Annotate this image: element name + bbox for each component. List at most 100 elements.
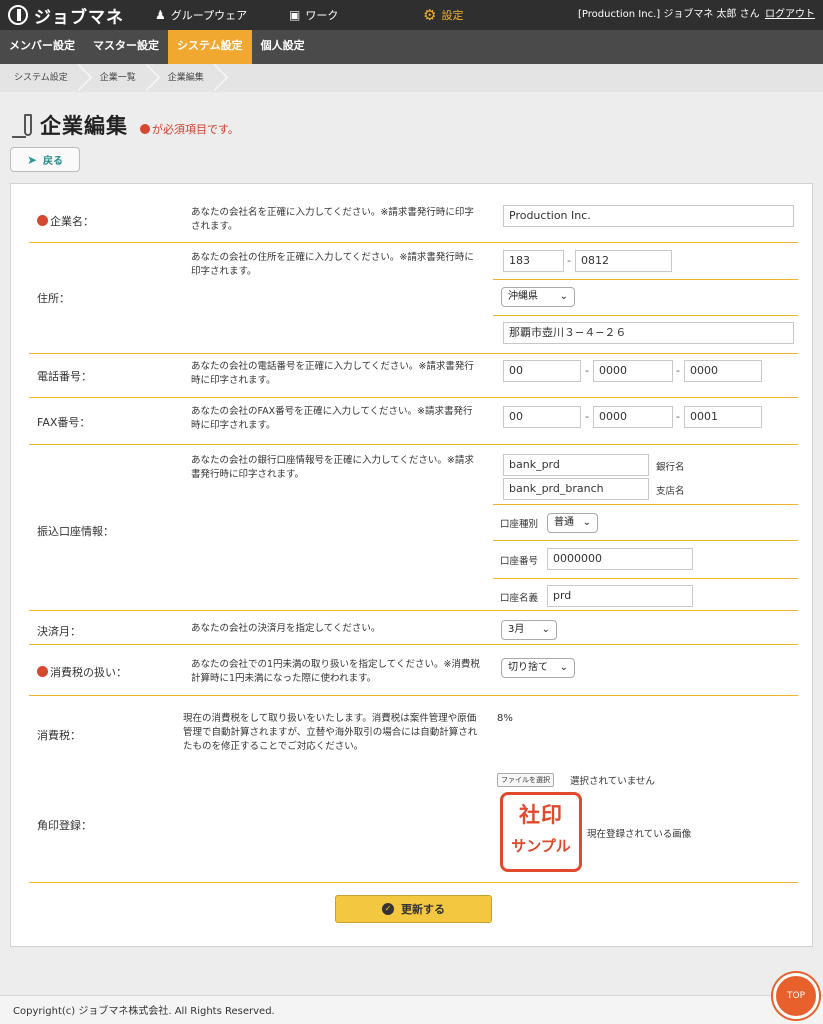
fiscal-month-desc: あなたの会社の決済月を指定してください。: [191, 623, 381, 634]
zip-dash: -: [567, 254, 571, 267]
file-select-button[interactable]: ファイルを選択: [497, 773, 554, 787]
bank-label: 振込口座情報：: [37, 525, 114, 538]
tab-master-settings[interactable]: マスター設定: [84, 30, 168, 64]
nav-settings-label: 設定: [441, 9, 464, 22]
account-holder-label: 口座名義: [500, 593, 539, 604]
chevron-down-icon: ⌄: [541, 624, 550, 635]
tax-desc: 現在の消費税をして取り扱いをいたします。消費税は案件管理や原価管理で自動計算され…: [183, 713, 478, 752]
chevron-down-icon: ⌄: [559, 291, 568, 302]
account-number-input[interactable]: 0000000: [547, 548, 693, 570]
bank-divider: [493, 504, 798, 505]
sub-nav: メンバー設定 マスター設定 システム設定 個人設定: [0, 30, 823, 64]
app-logo[interactable]: ジョブマネ: [8, 5, 124, 28]
back-button[interactable]: ➤ 戻る: [10, 147, 80, 172]
zip1-input[interactable]: 183: [503, 250, 564, 272]
phone-label: 電話番号：: [37, 370, 92, 383]
page-header: 企業編集 が必須項目です。: [12, 110, 239, 140]
check-icon: ✓: [382, 903, 394, 915]
top-bar: ジョブマネ ♟ グループウェア ▣ ワーク ⚙ 設定 [Production I…: [0, 0, 823, 30]
prefecture-value: 沖縄県: [508, 291, 538, 302]
branch-name-input[interactable]: bank_prd_branch: [503, 478, 649, 500]
row-tax: 消費税： 現在の消費税をして取り扱いをいたします。消費税は案件管理や原価管理で自…: [29, 696, 798, 763]
seal-sample-top: 社印: [519, 803, 563, 827]
fax-dash: -: [676, 410, 680, 423]
update-button[interactable]: ✓ 更新する: [335, 895, 492, 923]
chevron-down-icon: ⌄: [559, 662, 568, 673]
row-fax: FAX番号： あなたの会社のFAX番号を正確に入力してください。※請求書発行時に…: [29, 398, 798, 445]
nav-work[interactable]: ▣ ワーク: [289, 0, 338, 30]
update-button-label: 更新する: [401, 903, 445, 916]
account-holder-input[interactable]: prd: [547, 585, 693, 607]
bank-divider: [493, 578, 798, 579]
row-fiscal-month: 決済月： あなたの会社の決済月を指定してください。 3月 ⌄: [29, 611, 798, 645]
tab-member-settings[interactable]: メンバー設定: [0, 30, 84, 64]
briefcase-icon: ▣: [289, 8, 301, 22]
address-desc: あなたの会社の住所を正確に入力してください。※請求書発行時に印字されます。: [191, 252, 474, 277]
back-button-label: 戻る: [43, 156, 64, 167]
tax-rounding-desc: あなたの会社での1円未満の取り扱いを指定してください。※消費税計算時に1円未満に…: [191, 659, 480, 684]
breadcrumb-company-list[interactable]: 企業一覧: [84, 64, 152, 92]
gear-icon: ⚙: [423, 6, 437, 24]
breadcrumb-system-settings[interactable]: システム設定: [0, 64, 84, 92]
scroll-top-button[interactable]: TOP: [773, 973, 819, 1019]
account-type-label: 口座種別: [500, 519, 539, 530]
back-arrow-icon: ➤: [26, 152, 38, 167]
tax-rounding-value: 切り捨て: [508, 662, 548, 673]
row-tax-rounding: 消費税の扱い： あなたの会社での1円未満の取り扱いを指定してください。※消費税計…: [29, 645, 798, 696]
phone-dash: -: [585, 364, 589, 377]
fiscal-month-select[interactable]: 3月 ⌄: [501, 620, 557, 640]
breadcrumb-company-edit: 企業編集: [152, 64, 220, 92]
fax-desc: あなたの会社のFAX番号を正確に入力してください。※請求書発行時に印字されます。: [191, 406, 473, 431]
company-name-label-text: 企業名：: [50, 215, 94, 228]
tax-value: 8%: [497, 713, 513, 724]
logout-link[interactable]: ログアウト: [765, 0, 815, 30]
company-name-input[interactable]: Production Inc.: [503, 205, 794, 227]
row-address: 住所： あなたの会社の住所を正確に入力してください。※請求書発行時に印字されます…: [29, 243, 798, 354]
phone-part1-input[interactable]: 00: [503, 360, 581, 382]
street-input[interactable]: 那覇市壺川３−４−２６: [503, 322, 794, 344]
seal-sample-bottom: サンプル: [511, 837, 571, 855]
account-number-label: 口座番号: [500, 556, 539, 567]
required-note: が必須項目です。: [140, 121, 239, 137]
tax-label: 消費税：: [37, 729, 81, 742]
nav-groupware[interactable]: ♟ グループウェア: [155, 0, 247, 30]
seal-label: 角印登録：: [37, 819, 92, 832]
address-label: 住所：: [37, 292, 70, 305]
phone-part2-input[interactable]: 0000: [593, 360, 673, 382]
seal-sample-image: 社印 サンプル: [500, 792, 582, 872]
footer: Copyright(c) ジョブマネ株式会社. All Rights Reser…: [0, 995, 823, 1024]
person-icon: ♟: [155, 8, 166, 22]
page-title: 企業編集: [40, 114, 128, 138]
nav-groupware-label: グループウェア: [170, 9, 248, 22]
required-dot-icon: [140, 124, 150, 134]
tax-rounding-label-text: 消費税の扱い：: [50, 666, 127, 679]
fiscal-month-value: 3月: [508, 624, 525, 635]
tax-rounding-label: 消費税の扱い：: [37, 664, 127, 680]
tax-rounding-select[interactable]: 切り捨て ⌄: [501, 658, 575, 678]
row-phone: 電話番号： あなたの会社の電話番号を正確に入力してください。※請求書発行時に印字…: [29, 354, 798, 398]
nav-work-label: ワーク: [305, 9, 339, 22]
logo-icon: [8, 5, 28, 25]
phone-part3-input[interactable]: 0000: [684, 360, 762, 382]
branch-name-label: 支店名: [656, 486, 685, 497]
fax-part1-input[interactable]: 00: [503, 406, 581, 428]
bank-name-input[interactable]: bank_prd: [503, 454, 649, 476]
fax-dash: -: [585, 410, 589, 423]
address-divider: [493, 279, 798, 280]
row-company-name: 企業名： あなたの会社名を正確に入力してください。※請求書発行時に印字されます。…: [29, 195, 798, 243]
required-note-text: が必須項目です。: [152, 123, 239, 136]
pencil-icon: [12, 114, 32, 138]
breadcrumb: システム設定 企業一覧 企業編集: [0, 64, 823, 92]
seal-caption: 現在登録されている画像: [587, 829, 692, 840]
fax-label: FAX番号：: [37, 416, 91, 429]
nav-settings[interactable]: ⚙ 設定: [423, 0, 463, 30]
zip2-input[interactable]: 0812: [575, 250, 672, 272]
fax-part2-input[interactable]: 0000: [593, 406, 673, 428]
tab-personal-settings[interactable]: 個人設定: [252, 30, 314, 64]
company-edit-form: 企業名： あなたの会社名を正確に入力してください。※請求書発行時に印字されます。…: [10, 183, 813, 947]
fax-part3-input[interactable]: 0001: [684, 406, 762, 428]
account-type-select[interactable]: 普通 ⌄: [547, 513, 598, 533]
prefecture-select[interactable]: 沖縄県 ⌄: [501, 287, 575, 307]
bank-desc: あなたの会社の銀行口座情報号を正確に入力してください。※請求書発行時に印字されま…: [191, 455, 474, 480]
tab-system-settings[interactable]: システム設定: [168, 30, 252, 64]
